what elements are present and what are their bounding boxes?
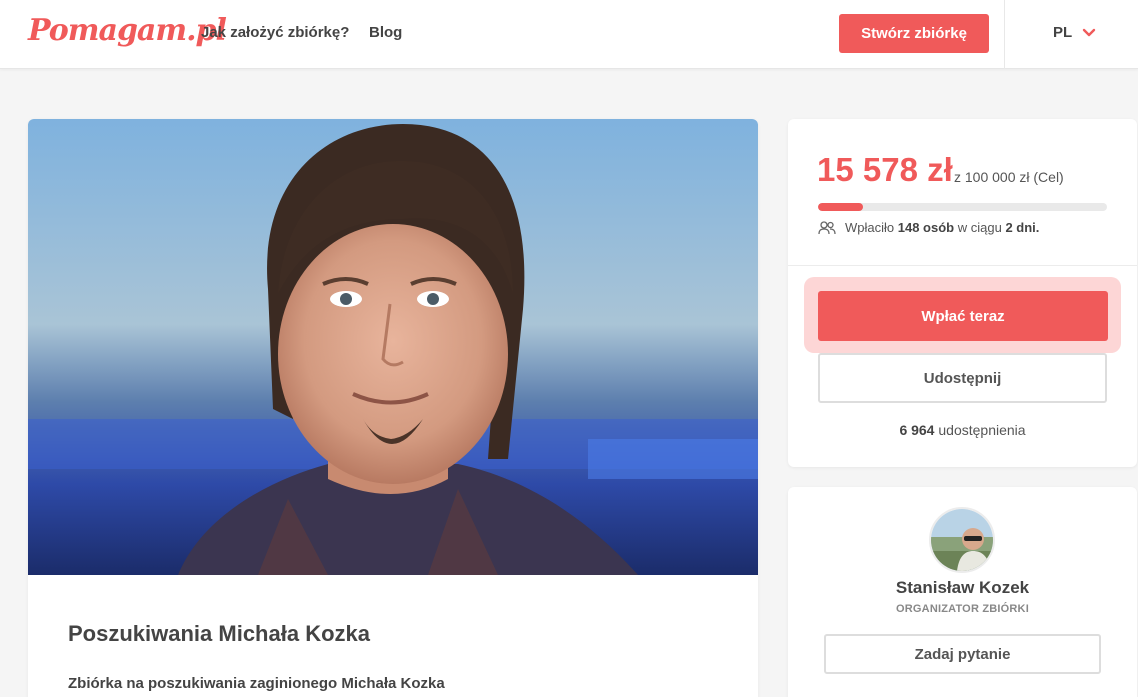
language-selector[interactable]: PL xyxy=(1053,24,1096,41)
campaign-photo xyxy=(28,119,758,575)
card-divider xyxy=(788,265,1137,266)
progress-bar xyxy=(818,203,1107,211)
pay-now-button[interactable]: Wpłać teraz xyxy=(818,291,1108,341)
share-button[interactable]: Udostępnij xyxy=(818,353,1107,403)
shares-count: 6 964 udostępnienia xyxy=(788,422,1137,438)
goal-amount: z 100 000 zł (Cel) xyxy=(954,169,1064,185)
donors-days: 2 dni. xyxy=(1005,220,1040,235)
organizer-name[interactable]: Stanisław Kozek xyxy=(788,578,1137,598)
chevron-down-icon xyxy=(1082,28,1096,37)
site-logo[interactable]: Pomagam.pl xyxy=(28,13,227,48)
shares-label: udostępnienia xyxy=(938,422,1026,438)
shares-number: 6 964 xyxy=(899,422,935,438)
donors-prefix: Wpłaciło xyxy=(845,220,895,235)
progress-fill xyxy=(818,203,864,211)
amount-raised: 15 578 zł xyxy=(817,151,953,188)
ask-question-button[interactable]: Zadaj pytanie xyxy=(824,634,1101,674)
organizer-role: ORGANIZATOR ZBIÓRKI xyxy=(896,603,1029,615)
nav-link-how-to[interactable]: Jak założyć zbiórkę? xyxy=(201,24,349,41)
avatar-image xyxy=(931,509,993,571)
campaign-title: Poszukiwania Michała Kozka xyxy=(68,621,370,646)
header-divider xyxy=(1004,0,1005,69)
donors-middle: w ciągu xyxy=(957,220,1002,235)
campaign-subtitle: Zbiórka na poszukiwania zaginionego Mich… xyxy=(68,675,445,692)
campaign-card: Poszukiwania Michała Kozka Zbiórka na po… xyxy=(28,119,758,697)
nav-link-blog[interactable]: Blog xyxy=(369,24,402,41)
language-label: PL xyxy=(1053,24,1073,41)
organizer-card: Stanisław Kozek ORGANIZATOR ZBIÓRKI Zada… xyxy=(788,487,1137,697)
donors-summary: Wpłaciło 148 osób w ciągu 2 dni. xyxy=(818,220,1039,235)
top-header: Pomagam.pl Jak założyć zbiórkę? Blog Stw… xyxy=(0,0,1138,69)
donors-count: 148 osób xyxy=(897,220,955,235)
organizer-avatar[interactable] xyxy=(929,507,995,573)
create-fundraiser-button[interactable]: Stwórz zbiórkę xyxy=(839,14,989,53)
donation-card: 15 578 zł z 100 000 zł (Cel) Wpłaciło 14… xyxy=(788,119,1137,467)
people-icon xyxy=(818,220,836,234)
